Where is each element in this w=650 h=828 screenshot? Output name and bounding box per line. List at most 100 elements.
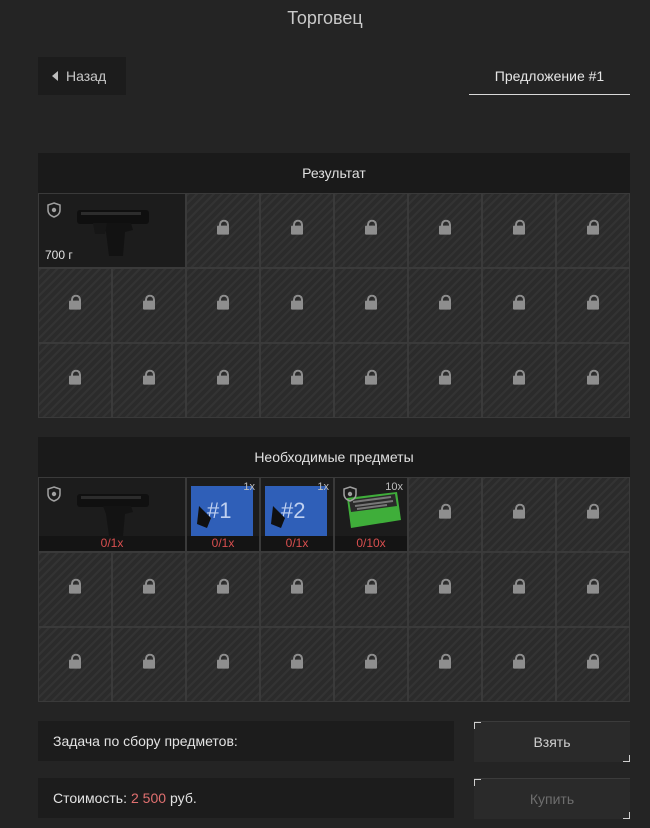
lock-icon — [439, 653, 451, 673]
lock-icon — [69, 578, 81, 598]
lock-icon — [587, 578, 599, 598]
item-weight: 700 г — [45, 248, 73, 262]
lock-icon — [217, 294, 229, 314]
buy-button[interactable]: Купить — [474, 778, 630, 819]
shield-icon — [343, 486, 357, 502]
need-count: 0/1x — [187, 536, 259, 551]
result-grid: 700 г — [38, 193, 630, 418]
item-quantity: 10x — [385, 481, 403, 493]
lock-icon — [69, 653, 81, 673]
locked-slot — [186, 343, 260, 418]
locked-slot — [260, 627, 334, 702]
required-item-tag-1[interactable]: #1 1x 0/1x — [186, 477, 260, 552]
lock-icon — [365, 219, 377, 239]
lock-icon — [513, 503, 525, 523]
locked-slot — [112, 552, 186, 627]
tab-offer-1[interactable]: Предложение #1 — [469, 57, 630, 95]
locked-slot — [186, 552, 260, 627]
lock-icon — [291, 219, 303, 239]
locked-slot — [38, 268, 112, 343]
back-button-label: Назад — [66, 68, 107, 84]
tag-2-icon: #2 — [265, 486, 327, 536]
tag-1-icon: #1 — [191, 486, 253, 536]
lock-icon — [439, 503, 451, 523]
lock-icon — [143, 653, 155, 673]
lock-icon — [217, 578, 229, 598]
locked-slot — [260, 343, 334, 418]
result-item-pistol[interactable]: 700 г — [38, 193, 186, 268]
locked-slot — [408, 343, 482, 418]
locked-slot — [408, 193, 482, 268]
required-grid: 0/1x #1 1x 0/1x #2 1x 0/1x 10x 0/10x — [38, 477, 630, 702]
lock-icon — [439, 219, 451, 239]
lock-icon — [587, 219, 599, 239]
locked-slot — [556, 343, 630, 418]
corner-tl — [474, 779, 481, 786]
lock-icon — [587, 503, 599, 523]
corner-br — [623, 812, 630, 819]
locked-slot — [334, 552, 408, 627]
back-arrow-icon — [52, 71, 58, 81]
take-button[interactable]: Взять — [474, 721, 630, 762]
item-quantity: 1x — [317, 481, 329, 493]
locked-slot — [38, 627, 112, 702]
lock-icon — [217, 369, 229, 389]
lock-icon — [143, 294, 155, 314]
locked-slot — [482, 268, 556, 343]
take-button-label: Взять — [533, 734, 571, 750]
back-button[interactable]: Назад — [38, 57, 126, 95]
locked-slot — [408, 552, 482, 627]
item-quantity: 1x — [243, 481, 255, 493]
locked-slot — [556, 193, 630, 268]
cost-currency: руб. — [170, 790, 197, 806]
lock-icon — [439, 578, 451, 598]
locked-slot — [482, 552, 556, 627]
locked-slot — [186, 268, 260, 343]
required-item-crate[interactable]: 10x 0/10x — [334, 477, 408, 552]
lock-icon — [365, 653, 377, 673]
lock-icon — [143, 578, 155, 598]
locked-slot — [260, 552, 334, 627]
lock-icon — [69, 294, 81, 314]
lock-icon — [513, 219, 525, 239]
locked-slot — [482, 477, 556, 552]
need-count: 0/1x — [39, 536, 185, 551]
task-label: Задача по сбору предметов: — [53, 733, 238, 749]
locked-slot — [556, 477, 630, 552]
corner-tl — [474, 722, 481, 729]
locked-slot — [186, 193, 260, 268]
lock-icon — [365, 369, 377, 389]
locked-slot — [260, 268, 334, 343]
lock-icon — [513, 578, 525, 598]
buy-button-label: Купить — [529, 791, 575, 807]
lock-icon — [291, 369, 303, 389]
locked-slot — [482, 627, 556, 702]
page-title: Торговец — [287, 8, 363, 28]
locked-slot — [112, 343, 186, 418]
required-item-tag-2[interactable]: #2 1x 0/1x — [260, 477, 334, 552]
lock-icon — [217, 653, 229, 673]
locked-slot — [38, 343, 112, 418]
shield-icon — [47, 202, 61, 218]
locked-slot — [334, 268, 408, 343]
lock-icon — [69, 369, 81, 389]
required-header: Необходимые предметы — [38, 437, 630, 477]
locked-slot — [556, 268, 630, 343]
locked-slot — [260, 193, 334, 268]
locked-slot — [408, 627, 482, 702]
lock-icon — [513, 369, 525, 389]
locked-slot — [112, 627, 186, 702]
lock-icon — [587, 294, 599, 314]
lock-icon — [365, 578, 377, 598]
locked-slot — [186, 627, 260, 702]
lock-icon — [587, 653, 599, 673]
lock-icon — [217, 219, 229, 239]
locked-slot — [38, 552, 112, 627]
lock-icon — [291, 653, 303, 673]
locked-slot — [556, 627, 630, 702]
lock-icon — [143, 369, 155, 389]
lock-icon — [513, 653, 525, 673]
locked-slot — [482, 343, 556, 418]
required-item-pistol[interactable]: 0/1x — [38, 477, 186, 552]
pistol-icon — [77, 210, 149, 256]
